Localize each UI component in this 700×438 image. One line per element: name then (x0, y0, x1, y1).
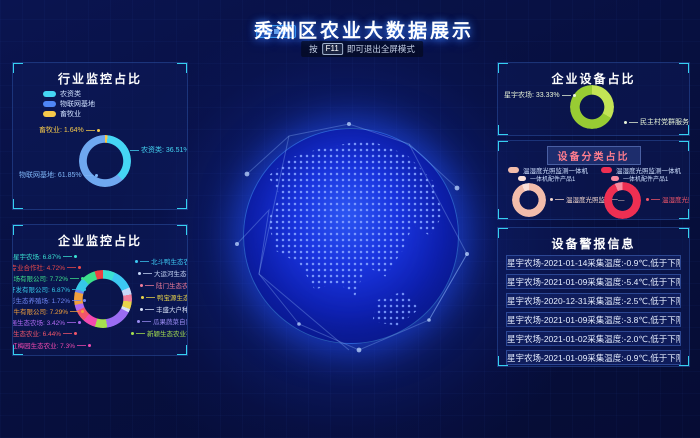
enterprise-label: 新颖生态农业有限公司: 6.87 (131, 328, 188, 338)
legend-label: 畜牧业 (60, 109, 81, 119)
panel-enterprise-share: 企业监控占比 星宇农场: 6.87% 利顺粮食专业合作社: 4.72% 家绿农场… (12, 224, 188, 356)
legend-swatch (518, 176, 526, 181)
hint-suffix: 即可退出全屏模式 (347, 43, 415, 55)
hint-prefix: 按 (309, 43, 318, 55)
legend-label: 农资类 (60, 89, 81, 99)
enterprise-label: 星宇农场: 6.87% (13, 251, 77, 261)
enterprise-label: 大运河生态农业有限责任公 (138, 268, 188, 278)
alarm-row: 星宇农场-2021-01-09采集温度:-0.9℃,低于下限:0℃ (506, 350, 681, 365)
enterprise-label: 利顺粮食专业合作社: 4.72% (12, 262, 81, 272)
panel-alarms-title: 设备警报信息 (498, 235, 689, 252)
alarm-row: 星宇农场-2021-01-02采集温度:-2.0℃,低于下限:0℃ (506, 331, 681, 346)
alarm-list: 星宇农场-2021-01-14采集温度:-0.9℃,低于下限:0℃ 星宇农场-2… (498, 255, 689, 367)
legend-label: 一体机配件产品1 (623, 174, 668, 183)
industry-callout-xumuye: 畜牧业: 1.64% (39, 125, 100, 135)
globe (243, 128, 459, 344)
alarm-row: 星宇农场-2021-01-14采集温度:-0.9℃,低于下限:0℃ (506, 255, 681, 270)
enterprise-label: 家绿农场有限公司: 7.72% (12, 273, 84, 283)
panel-enterprise-title: 企业监控占比 (13, 232, 187, 249)
legend-item-wulianwang[interactable]: 物联网基地 (43, 99, 95, 109)
f11-keycap: F11 (322, 43, 343, 55)
legend-label: 物联网基地 (60, 99, 95, 109)
page-title: 秀洲区农业大数据展示 (14, 16, 700, 43)
globe-visualization (243, 128, 459, 344)
device-donut-chart[interactable] (570, 85, 614, 129)
enterprise-label: 鸭宝源生态农场: 4.29 (141, 292, 188, 302)
category-title-box: 设备分类占比 (547, 146, 641, 165)
legend-swatch (43, 111, 56, 117)
legend-swatch (43, 91, 56, 97)
enterprise-label: 陆门生态农业科技有限公 (140, 280, 188, 290)
category-right-donut-chart[interactable] (604, 182, 641, 219)
legend-item-nongzi[interactable]: 农资类 (43, 89, 81, 99)
panel-industry-share: 行业监控占比 农资类 物联网基地 畜牧业 畜牧业: 1.64% 农资类: 36.… (12, 62, 188, 210)
device-callout-left: 星宇农场: 33.33% (504, 90, 576, 100)
enterprise-label: 七彩生态养殖场: 1.72% (12, 295, 86, 305)
enterprise-label: 瓜果蔬菜自留地: 15.02% (137, 316, 188, 326)
enterprise-label: 李强生态农场: 3.42% (12, 317, 81, 327)
alarm-row: 星宇农场-2021-01-09采集温度:-5.4℃,低于下限:0℃ (506, 274, 681, 289)
enterprise-label: 红梅园生态农业: 7.3% (12, 340, 91, 350)
dashboard-stage: 秀洲区农业大数据展示 按 F11 即可退出全屏模式 行业监控占比 农资类 物联网… (0, 0, 700, 438)
enterprise-label: 国开发有限公司: 6.87% (12, 284, 86, 294)
legend-swatch (43, 101, 56, 107)
globe-continent-dots (244, 129, 458, 343)
category-right-callout: 温湿度光照监测一— (646, 194, 690, 204)
panel-device-category: 设备分类占比 温湿度光照监测一体机 一体机配件产品1 温湿度光照监测一— 温湿度… (497, 140, 690, 220)
legend-swatch (611, 176, 619, 181)
fullscreen-hint: 按 F11 即可退出全屏模式 (301, 41, 423, 57)
enterprise-label: 仁丰生态农业: 6.44% (12, 328, 77, 338)
industry-callout-wulianwang: 物联网基地: 61.85% (19, 170, 98, 180)
legend-label: 一体机配件产品1 (530, 174, 575, 183)
legend-swatch (601, 167, 612, 173)
alarm-row: 星宇农场-2021-01-09采集温度:-3.8℃,低于下限:0℃ (506, 312, 681, 327)
legend-swatch (508, 167, 519, 173)
panel-industry-title: 行业监控占比 (13, 70, 187, 87)
category-left-legend-2[interactable]: 一体机配件产品1 (518, 174, 575, 183)
enterprise-label: 北斗鸭生态农场: 11.56% (135, 256, 188, 266)
panel-alarms: 设备警报信息 星宇农场-2021-01-14采集温度:-0.9℃,低于下限:0℃… (497, 227, 690, 367)
legend-item-xumuye[interactable]: 畜牧业 (43, 109, 81, 119)
enterprise-label: 中奶牛有限公司: 7.29% (12, 306, 84, 316)
industry-callout-nongzi: 农资类: 36.51% (125, 145, 188, 155)
enterprise-label: 丰盛大户种苗养殖场: 1. (140, 304, 188, 314)
alarm-row: 星宇农场-2020-12-31采集温度:-2.5℃,低于下限:0℃ (506, 293, 681, 308)
panel-device-share: 企业设备占比 星宇农场: 33.33% 民主村党群服务中心: (497, 62, 690, 136)
category-left-donut-chart[interactable] (512, 183, 546, 217)
